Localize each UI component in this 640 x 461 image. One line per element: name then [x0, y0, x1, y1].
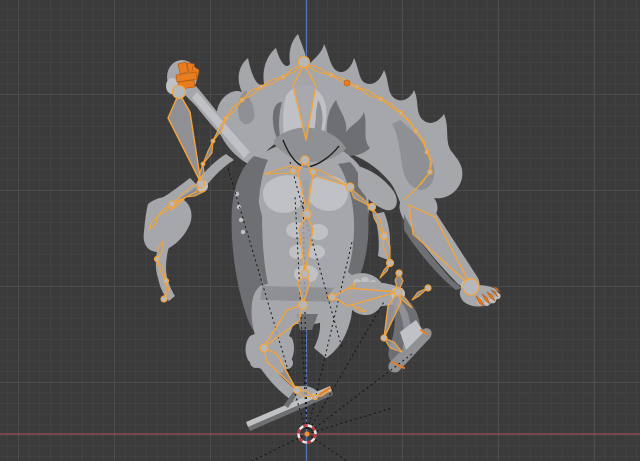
- vest-button: [238, 217, 244, 223]
- sculpted-figure-mesh[interactable]: [143, 34, 501, 431]
- cuff-roll: [250, 356, 262, 368]
- 3d-cursor-center: [304, 431, 310, 437]
- vest-button: [240, 229, 246, 235]
- left-upper-arm-bone: [167, 92, 202, 184]
- 3d-viewport[interactable]: [0, 0, 640, 461]
- crown-highlight-joint[interactable]: [343, 79, 351, 87]
